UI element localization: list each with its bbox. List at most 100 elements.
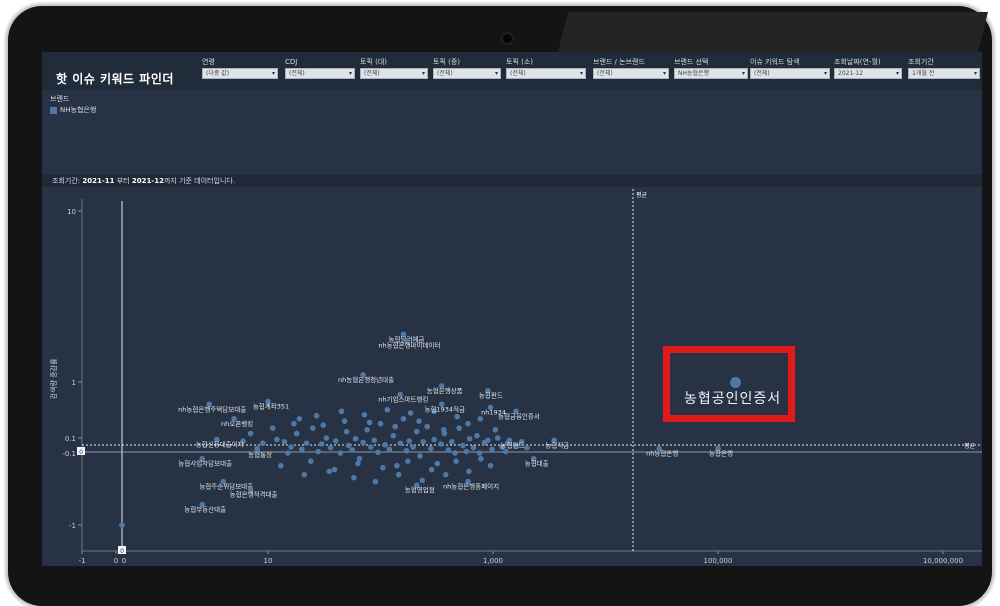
data-point[interactable] [355, 460, 361, 467]
data-point[interactable] [349, 447, 355, 453]
data-point[interactable] [301, 471, 308, 478]
data-point[interactable] [345, 442, 352, 449]
data-point[interactable] [293, 430, 300, 437]
data-point[interactable] [477, 416, 484, 422]
data-point[interactable] [390, 432, 397, 439]
data-point[interactable] [247, 430, 254, 437]
data-point[interactable] [394, 462, 400, 469]
filter-dropdown[interactable]: (전체) ▾ [750, 68, 830, 79]
data-point[interactable] [368, 444, 374, 450]
filter-dropdown[interactable]: 2021-12 ▾ [834, 68, 902, 79]
data-point[interactable] [465, 420, 471, 427]
data-point[interactable] [448, 438, 455, 445]
data-point[interactable] [476, 450, 483, 456]
data-point[interactable] [407, 410, 414, 416]
data-point[interactable] [375, 449, 381, 456]
data-point[interactable] [351, 474, 357, 481]
data-point[interactable] [281, 438, 288, 445]
data-point[interactable] [332, 438, 339, 444]
data-point[interactable] [474, 432, 480, 439]
data-point[interactable] [380, 464, 386, 471]
data-point[interactable] [296, 416, 303, 422]
data-point[interactable] [372, 478, 379, 485]
data-point[interactable] [260, 440, 266, 447]
filter-dropdown[interactable]: (전체) ▾ [360, 68, 428, 79]
data-point[interactable] [331, 466, 338, 473]
data-point[interactable] [278, 462, 284, 469]
data-point[interactable] [403, 447, 410, 454]
data-point[interactable] [440, 427, 447, 433]
data-point[interactable] [417, 453, 423, 459]
data-point[interactable] [318, 441, 325, 447]
data-point[interactable] [392, 423, 398, 430]
data-point[interactable] [466, 435, 473, 442]
data-point[interactable] [274, 436, 280, 443]
data-point[interactable] [487, 462, 494, 469]
data-point[interactable] [360, 439, 366, 446]
data-point[interactable] [327, 444, 334, 451]
data-point[interactable] [386, 446, 393, 453]
data-point[interactable] [452, 450, 458, 456]
data-point[interactable] [431, 436, 437, 443]
data-point[interactable] [315, 448, 322, 455]
data-point[interactable] [489, 446, 495, 453]
data-point[interactable] [406, 438, 413, 444]
data-point[interactable] [371, 437, 378, 444]
data-point[interactable] [410, 444, 416, 450]
data-point[interactable] [288, 444, 294, 450]
data-point[interactable] [356, 455, 363, 462]
data-point[interactable] [438, 441, 444, 447]
filter-dropdown[interactable]: (전체) ▾ [506, 68, 586, 79]
data-point[interactable] [463, 448, 470, 455]
data-point[interactable] [326, 468, 333, 475]
data-point[interactable] [377, 420, 384, 427]
filter-dropdown[interactable]: (전체) ▾ [433, 68, 501, 79]
data-point[interactable] [492, 427, 499, 433]
data-point[interactable] [397, 440, 404, 447]
data-point[interactable] [352, 435, 359, 442]
data-point[interactable] [338, 408, 345, 415]
data-point[interactable] [299, 446, 305, 453]
data-point[interactable] [456, 425, 462, 431]
data-point[interactable] [309, 425, 316, 431]
filter-dropdown[interactable]: (다중 값) ▾ [202, 68, 278, 79]
data-point[interactable] [460, 442, 466, 449]
data-point[interactable] [341, 418, 348, 424]
data-point[interactable] [466, 468, 472, 475]
filter-dropdown[interactable]: NH농협은행 ▾ [674, 68, 748, 79]
data-point[interactable] [313, 412, 320, 419]
data-point[interactable] [269, 425, 276, 431]
data-point[interactable] [291, 420, 297, 427]
data-point[interactable] [478, 455, 484, 462]
data-point[interactable] [364, 427, 370, 433]
data-point[interactable] [494, 435, 501, 441]
data-point[interactable] [323, 435, 330, 441]
data-point[interactable] [428, 466, 435, 473]
data-point[interactable] [416, 418, 422, 424]
data-point[interactable] [503, 448, 509, 455]
data-point[interactable] [361, 411, 368, 418]
data-point[interactable] [454, 413, 460, 420]
filter-dropdown[interactable]: (전체) ▾ [285, 68, 355, 79]
filter-dropdown[interactable]: (전체) ▾ [593, 68, 669, 79]
data-point[interactable] [524, 444, 530, 451]
brand-legend[interactable]: NH농협은행 [50, 105, 96, 115]
keyword-scatter-chart[interactable]: 1010.1-0.1-1-1 0 0 10 1,000 100,000 10,000,000… [42, 189, 982, 566]
data-point[interactable] [320, 422, 327, 428]
data-point[interactable] [285, 450, 291, 456]
data-point[interactable] [424, 423, 430, 430]
data-point[interactable] [405, 458, 411, 465]
data-point[interactable] [303, 440, 310, 447]
data-point[interactable] [366, 419, 373, 426]
filter-dropdown[interactable]: 1개월 전 ▾ [908, 68, 980, 79]
data-point[interactable] [420, 438, 427, 445]
data-point[interactable] [337, 450, 344, 456]
data-point[interactable] [400, 416, 407, 422]
data-point[interactable] [445, 447, 452, 453]
data-point[interactable] [307, 458, 314, 465]
highlight-point[interactable] [730, 377, 741, 388]
data-point[interactable] [470, 444, 477, 451]
data-point[interactable] [413, 428, 420, 435]
data-point[interactable] [419, 477, 426, 484]
data-point[interactable] [343, 428, 350, 435]
